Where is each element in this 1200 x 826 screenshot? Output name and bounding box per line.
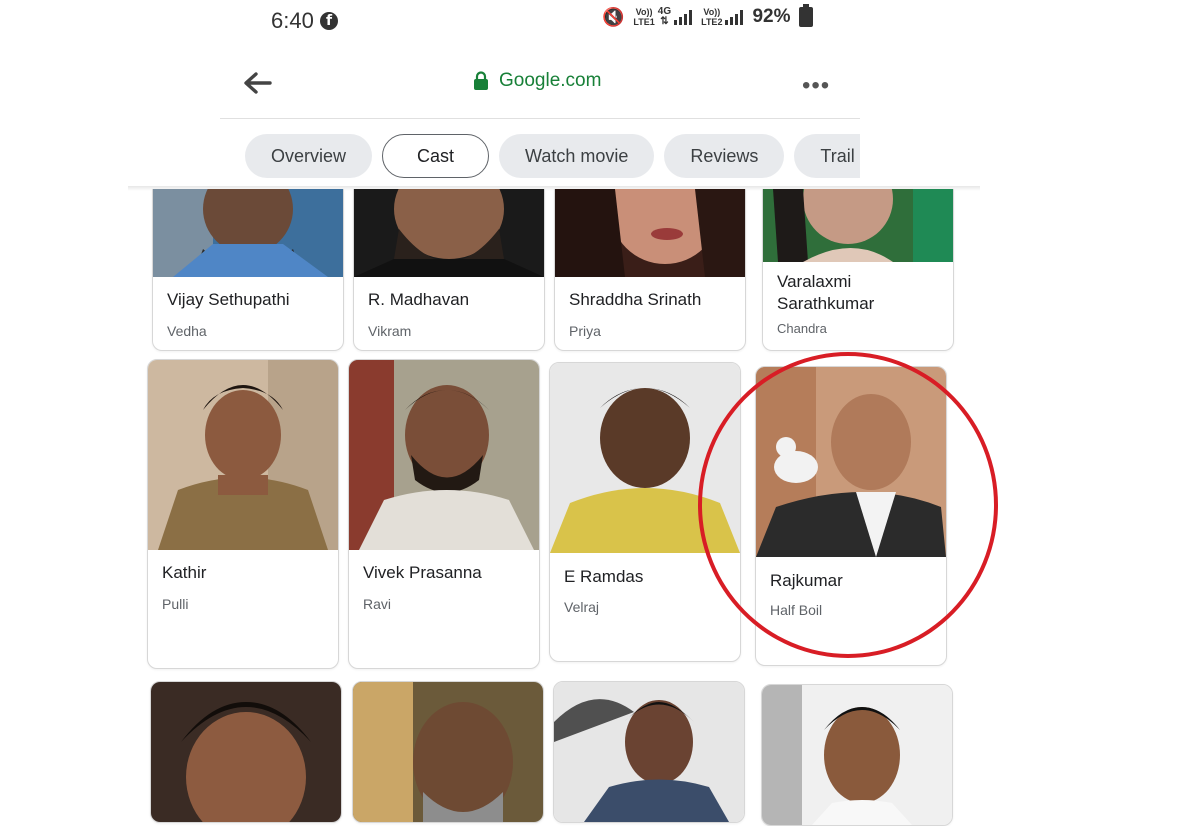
- cast-role: Pulli: [162, 596, 189, 612]
- back-arrow-icon[interactable]: [240, 66, 274, 100]
- cast-photo: [148, 360, 338, 550]
- cast-card[interactable]: [761, 684, 953, 826]
- cast-card[interactable]: R. Madhavan Vikram: [353, 189, 545, 351]
- more-options-icon[interactable]: •••: [802, 72, 830, 100]
- cast-photo: [550, 363, 740, 553]
- cast-photo: [151, 682, 341, 822]
- volte2-label: Vo)): [703, 7, 721, 17]
- cast-role: Velraj: [564, 599, 600, 615]
- cast-card[interactable]: Shraddha Srinath Priya: [554, 189, 746, 351]
- lock-icon: [474, 71, 488, 90]
- url-text: Google.com: [499, 70, 602, 91]
- cast-photo: [349, 360, 539, 550]
- divider: [220, 118, 860, 119]
- cast-card[interactable]: Kathir Pulli: [147, 359, 339, 669]
- cast-photo: [555, 189, 745, 277]
- cast-photo: [153, 189, 343, 277]
- tab-cast[interactable]: Cast: [382, 134, 490, 178]
- signal-bars-icon: [725, 9, 744, 25]
- status-icons: 🔇 Vo)) LTE1 4G ⇅ Vo)) LTE2 92%: [602, 4, 814, 28]
- cast-name: Rajkumar: [770, 571, 843, 590]
- cast-role: Vikram: [368, 323, 412, 339]
- cast-card[interactable]: [150, 681, 342, 823]
- battery-icon: [799, 4, 814, 27]
- battery-percent: 92%: [752, 6, 791, 27]
- cast-role: Vedha: [167, 323, 207, 339]
- lte-label: LTE1: [633, 17, 655, 27]
- cast-role: Priya: [569, 323, 601, 339]
- cast-photo: [756, 367, 946, 557]
- sim1-signal: Vo)) LTE1 4G ⇅: [633, 7, 693, 27]
- volte-label: Vo)): [635, 7, 653, 17]
- cast-name: E Ramdas: [564, 567, 644, 586]
- signal-bars-icon: [674, 9, 693, 25]
- tab-reviews[interactable]: Reviews: [664, 134, 785, 178]
- tab-bar: Overview Cast Watch movie Reviews Trail: [220, 128, 860, 186]
- cast-card[interactable]: Rajkumar Half Boil: [755, 366, 947, 666]
- cast-card[interactable]: Varalaxmi Sarathkumar Chandra: [762, 189, 954, 351]
- cast-role: Chandra: [777, 321, 827, 336]
- tab-watch-movie[interactable]: Watch movie: [499, 134, 655, 178]
- sim2-signal: Vo)) LTE2: [701, 7, 744, 27]
- cast-photo: [763, 189, 953, 262]
- cast-role: Ravi: [363, 596, 392, 612]
- cast-name: Shraddha Srinath: [569, 290, 702, 309]
- cast-card[interactable]: [352, 681, 544, 823]
- tab-overview[interactable]: Overview: [245, 134, 373, 178]
- address-bar[interactable]: Google.com: [473, 70, 601, 92]
- cast-photo: [554, 682, 744, 822]
- cast-name: Varalaxmi Sarathkumar: [777, 272, 875, 313]
- lte2-label: LTE2: [701, 17, 723, 27]
- status-time: 6:40: [271, 8, 314, 33]
- cast-name: Vivek Prasanna: [363, 563, 482, 582]
- cast-role: Half Boil: [770, 602, 823, 618]
- tab-trailers[interactable]: Trail: [794, 134, 860, 178]
- cast-photo: [354, 189, 544, 277]
- cast-photo: [762, 685, 952, 825]
- cast-photo: [353, 682, 543, 822]
- cast-card[interactable]: E Ramdas Velraj: [549, 362, 741, 662]
- cast-name: Vijay Sethupathi: [167, 290, 290, 309]
- cast-card[interactable]: Vivek Prasanna Ravi: [348, 359, 540, 669]
- facebook-icon: f: [320, 12, 338, 30]
- cast-name: R. Madhavan: [368, 290, 470, 309]
- cast-card[interactable]: [553, 681, 745, 823]
- cast-card[interactable]: Vijay Sethupathi Vedha: [152, 189, 344, 351]
- mute-icon: 🔇: [602, 6, 625, 28]
- cast-name: Kathir: [162, 563, 207, 582]
